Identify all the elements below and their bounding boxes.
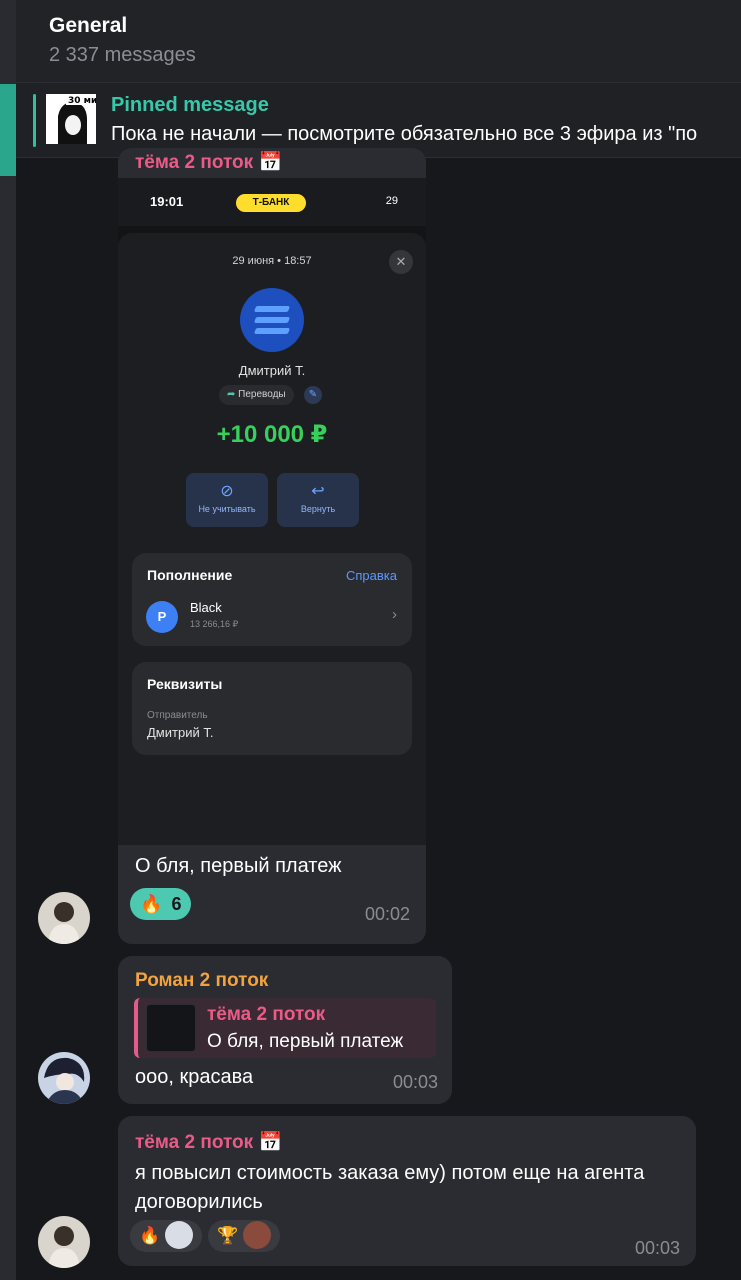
reply-text: О бля, первый платеж [207, 1031, 404, 1052]
reactor-avatar [164, 1221, 193, 1250]
help-link: Справка [346, 568, 397, 583]
chat-title: General [49, 14, 128, 37]
bank-logo-icon [240, 288, 304, 352]
chevron-right-icon: › [392, 606, 397, 623]
close-icon: ✕ [389, 250, 413, 274]
ignore-icon: ⊘ [220, 483, 234, 500]
reaction-fire[interactable]: 🔥 6 [130, 888, 192, 920]
account-balance: 13 266,16 ₽ [190, 619, 239, 629]
message-count: 2 337 messages [49, 44, 196, 66]
message-time: 00:03 [634, 1238, 680, 1258]
reaction-count: 6 [171, 894, 182, 914]
pinned-thumbnail: 30 мин [46, 94, 96, 144]
return-label: Вернуть [300, 504, 336, 514]
left-panel-accent [0, 84, 16, 176]
sender-label: Отправитель [147, 710, 208, 721]
transaction-sheet: 29 июня • 18:57 ✕ Дмитрий Т. ➦ Переводы … [118, 233, 426, 845]
calendar-emoji-icon: 📅 [258, 152, 283, 173]
sender-name[interactable]: Роман 2 поток [135, 970, 268, 992]
fire-emoji-icon: 🔥 [139, 1226, 161, 1245]
ignore-action: ⊘ Не учитывать [186, 473, 268, 527]
transfer-icon: ➦ [227, 389, 236, 400]
topup-card: Пополнение Справка P Black 13 266,16 ₽ › [132, 553, 412, 646]
pinned-thumb-text: 30 мин [68, 96, 96, 106]
message-text: О бля, первый платеж [135, 855, 342, 877]
transaction-amount: +10 000 ₽ [216, 421, 328, 448]
reaction-fire[interactable]: 🔥 [130, 1220, 202, 1252]
message-text: ооо, красава [135, 1066, 254, 1088]
avatar[interactable] [38, 892, 90, 944]
edit-icon: ✎ [304, 386, 322, 404]
topup-title: Пополнение [147, 567, 233, 583]
reply-quote[interactable]: тёма 2 поток О бля, первый платеж [134, 998, 436, 1058]
bank-badge: Т-БАНК [236, 194, 306, 212]
message-time: 00:03 [392, 1072, 438, 1092]
pinned-accent-bar [33, 94, 36, 147]
avatar[interactable] [38, 1052, 90, 1104]
pinned-text: Пока не начали — посмотрите обязательно … [111, 123, 698, 145]
details-card: Реквизиты Отправитель Дмитрий Т. [132, 662, 412, 755]
message-list[interactable]: тёма 2 поток 📅 19:01 Т-БАНК 29 29 июня •… [16, 148, 741, 1280]
avatar[interactable] [38, 1216, 90, 1268]
left-panel-strip [0, 0, 16, 1280]
category-chip: ➦ Переводы [219, 385, 294, 405]
phone-status-bar: 19:01 Т-БАНК 29 [118, 178, 426, 226]
reaction-trophy[interactable]: 🏆 [208, 1220, 280, 1252]
return-action: ↩ Вернуть [277, 473, 359, 527]
return-icon: ↩ [311, 483, 325, 500]
reply-sender-name: тёма 2 поток [207, 1004, 326, 1025]
reactor-avatar [242, 1221, 271, 1250]
sender-name[interactable]: тёма 2 поток 📅 [135, 150, 282, 174]
message-bubble-photo[interactable]: тёма 2 поток 📅 19:01 Т-БАНК 29 29 июня •… [118, 148, 426, 944]
account-name: Black [190, 600, 222, 615]
payee-name: Дмитрий Т. [238, 363, 306, 378]
transaction-date: 29 июня • 18:57 [232, 255, 312, 267]
account-badge-icon: P [146, 601, 178, 633]
battery-level: 29 [385, 195, 398, 207]
category-label: Переводы [238, 389, 286, 400]
reply-thumbnail [146, 1004, 196, 1052]
status-time: 19:01 [150, 194, 184, 209]
pinned-label: Pinned message [111, 94, 269, 116]
pinned-message-bar[interactable]: 30 мин Pinned message Пока не начали — п… [16, 82, 741, 158]
sender-value: Дмитрий Т. [147, 725, 214, 740]
message-bubble-reply[interactable]: Роман 2 поток тёма 2 поток О бля, первый… [118, 956, 452, 1104]
chat-header[interactable]: General 2 337 messages [16, 0, 741, 82]
attached-screenshot[interactable]: 19:01 Т-БАНК 29 29 июня • 18:57 ✕ Дмитри… [118, 178, 426, 845]
sender-name-text: тёма 2 поток [135, 1132, 254, 1153]
sender-name[interactable]: тёма 2 поток 📅 [135, 1130, 282, 1154]
message-text: я повысил стоимость заказа ему) потом ещ… [135, 1162, 645, 1213]
sender-name-text: тёма 2 поток [135, 152, 254, 173]
details-title: Реквизиты [147, 676, 223, 692]
message-time: 00:02 [364, 904, 410, 924]
fire-emoji-icon: 🔥 [140, 894, 163, 914]
calendar-emoji-icon: 📅 [258, 1132, 283, 1153]
trophy-emoji-icon: 🏆 [217, 1226, 239, 1245]
ignore-label: Не учитывать [198, 504, 256, 514]
message-bubble[interactable]: тёма 2 поток 📅 я повысил стоимость заказ… [118, 1116, 696, 1266]
